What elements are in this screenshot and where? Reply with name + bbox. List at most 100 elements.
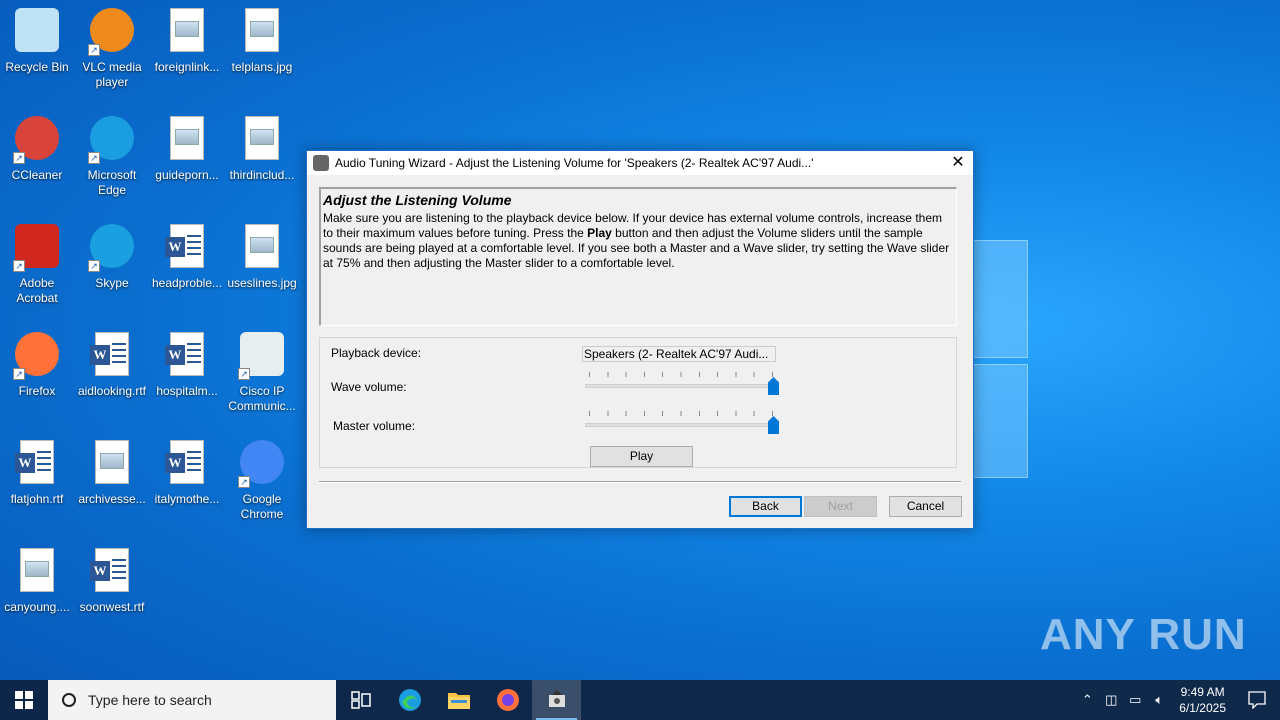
clock[interactable]: 9:49 AM 6/1/2025 — [1179, 684, 1226, 716]
master-volume-slider[interactable] — [585, 411, 779, 435]
notification-button[interactable] — [1234, 680, 1280, 720]
cancel-button[interactable]: Cancel — [889, 496, 962, 517]
desktop-icon[interactable]: ↗ Firefox — [0, 330, 75, 399]
desktop-icon[interactable]: Whospitalm... — [149, 330, 225, 399]
audio-wizard-icon — [548, 690, 565, 707]
step-heading: Adjust the Listening Volume — [323, 192, 512, 208]
desktop-icon-label: hospitalm... — [156, 384, 218, 398]
anyrun-watermark: ANY RUN — [1040, 610, 1247, 659]
desktop-icon[interactable]: thirdinclud... — [224, 114, 300, 183]
desktop-icon-label: Google Chrome — [240, 492, 284, 521]
desktop-icon-label: Microsoft Edge — [87, 168, 137, 197]
img-icon — [238, 116, 286, 164]
playback-device-field: Speakers (2- Realtek AC'97 Audi... — [582, 346, 776, 362]
taskbar-firefox[interactable] — [483, 680, 532, 720]
desktop-icon[interactable]: Wsoonwest.rtf — [74, 546, 150, 615]
back-button[interactable]: Back — [729, 496, 802, 517]
desktop-icon-label: archivesse... — [78, 492, 146, 506]
desktop-icon-label: canyoung.... — [4, 600, 70, 614]
firefox-icon: ↗ — [13, 332, 61, 380]
audio-tuning-wizard-dialog: Audio Tuning Wizard - Adjust the Listeni… — [306, 150, 974, 529]
desktop-icon-label: headproble... — [151, 276, 223, 290]
desktop-icon[interactable]: ↗ CCleaner — [0, 114, 75, 183]
meet-now-icon[interactable]: ◫ — [1099, 692, 1123, 708]
word-icon: W — [88, 332, 136, 380]
desktop-icon[interactable]: guideporn... — [149, 114, 225, 183]
desktop-icon[interactable]: useslines.jpg — [224, 222, 300, 291]
start-button[interactable] — [0, 680, 48, 720]
clock-time: 9:49 AM — [1180, 685, 1225, 699]
notification-icon — [1248, 691, 1266, 709]
edge-icon: ↗ — [88, 116, 136, 164]
taskbar-search-box[interactable]: Type here to search — [48, 680, 336, 720]
ccleaner-icon: ↗ — [13, 116, 61, 164]
instructions-text: Make sure you are listening to the playb… — [323, 211, 954, 271]
cisco-icon: ↗ — [238, 332, 286, 380]
wave-volume-label: Wave volume: — [331, 380, 407, 394]
volume-icon[interactable]: 🔈︎ — [1147, 692, 1171, 708]
edge-icon — [398, 689, 421, 711]
slider-ticks — [589, 372, 773, 377]
next-button[interactable]: Next — [804, 496, 877, 517]
playback-device-label: Playback device: — [331, 346, 422, 360]
desktop-icon-label: soonwest.rtf — [79, 600, 145, 614]
desktop-icon[interactable]: foreignlink... — [149, 6, 225, 75]
desktop-icon[interactable]: ↗ Google Chrome — [224, 438, 300, 522]
taskbar-file-explorer[interactable] — [434, 680, 483, 720]
img-icon — [238, 8, 286, 56]
desktop-icon-label: CCleaner — [11, 168, 63, 182]
taskbar-edge[interactable] — [385, 680, 434, 720]
desktop-icon[interactable]: ↗ Microsoft Edge — [74, 114, 150, 198]
desktop-icon[interactable]: Recycle Bin — [0, 6, 75, 75]
instructions-panel: Adjust the Listening Volume Make sure yo… — [319, 187, 957, 326]
chevron-up-icon[interactable]: ⌃ — [1075, 692, 1099, 708]
dialog-title: Audio Tuning Wizard - Adjust the Listeni… — [335, 156, 814, 170]
desktop-icon-label: Cisco IP Communic... — [228, 384, 296, 413]
word-icon: W — [13, 440, 61, 488]
desktop-icon-label: thirdinclud... — [229, 168, 295, 182]
slider-thumb[interactable] — [768, 377, 779, 395]
task-view-button[interactable] — [336, 680, 385, 720]
instructions-bold: Play — [587, 226, 612, 240]
img-icon — [163, 116, 211, 164]
img-icon — [238, 224, 286, 272]
desktop-icon[interactable]: ↗ VLC media player — [74, 6, 150, 90]
wave-volume-slider[interactable] — [585, 372, 779, 396]
desktop-icon[interactable]: Witalymothe... — [149, 438, 225, 507]
task-view-icon — [350, 691, 371, 709]
vlc-icon: ↗ — [88, 8, 136, 56]
desktop-icon-label: useslines.jpg — [227, 276, 297, 290]
desktop-icon-label: Firefox — [18, 384, 56, 398]
word-icon: W — [163, 332, 211, 380]
close-button[interactable]: ✕ — [943, 151, 973, 175]
img-icon — [88, 440, 136, 488]
img-icon — [13, 548, 61, 596]
windows-icon — [15, 691, 33, 709]
desktop-icon[interactable]: archivesse... — [74, 438, 150, 507]
desktop-icon[interactable]: canyoung.... — [0, 546, 75, 615]
img-icon — [163, 8, 211, 56]
word-icon: W — [163, 224, 211, 272]
system-tray: ⌃ ◫ ▭ 🔈︎ 9:49 AM 6/1/2025 — [1075, 680, 1280, 720]
divider — [319, 481, 961, 483]
recycle-icon — [13, 8, 61, 56]
desktop-icon-label: guideporn... — [155, 168, 219, 182]
slider-thumb[interactable] — [768, 416, 779, 434]
dialog-titlebar[interactable]: Audio Tuning Wizard - Adjust the Listeni… — [307, 151, 973, 175]
slider-track — [585, 384, 775, 388]
master-volume-label: Master volume: — [333, 419, 416, 433]
desktop-icon[interactable]: Waidlooking.rtf — [74, 330, 150, 399]
desktop-icon-label: Skype — [95, 276, 129, 290]
desktop-icon[interactable]: ↗ Skype — [74, 222, 150, 291]
desktop-icon[interactable]: telplans.jpg — [224, 6, 300, 75]
folder-icon — [447, 693, 470, 709]
desktop-icon-label: Recycle Bin — [5, 60, 69, 74]
taskbar-audio-wizard[interactable] — [532, 680, 581, 720]
chrome-icon: ↗ — [238, 440, 286, 488]
desktop-icon[interactable]: Wflatjohn.rtf — [0, 438, 75, 507]
desktop-icon[interactable]: Wheadproble... — [149, 222, 225, 291]
play-button[interactable]: Play — [590, 446, 693, 467]
desktop-icon[interactable]: ↗ Cisco IP Communic... — [224, 330, 300, 414]
desktop-icon[interactable]: ↗ Adobe Acrobat — [0, 222, 75, 306]
network-icon[interactable]: ▭ — [1123, 692, 1147, 708]
